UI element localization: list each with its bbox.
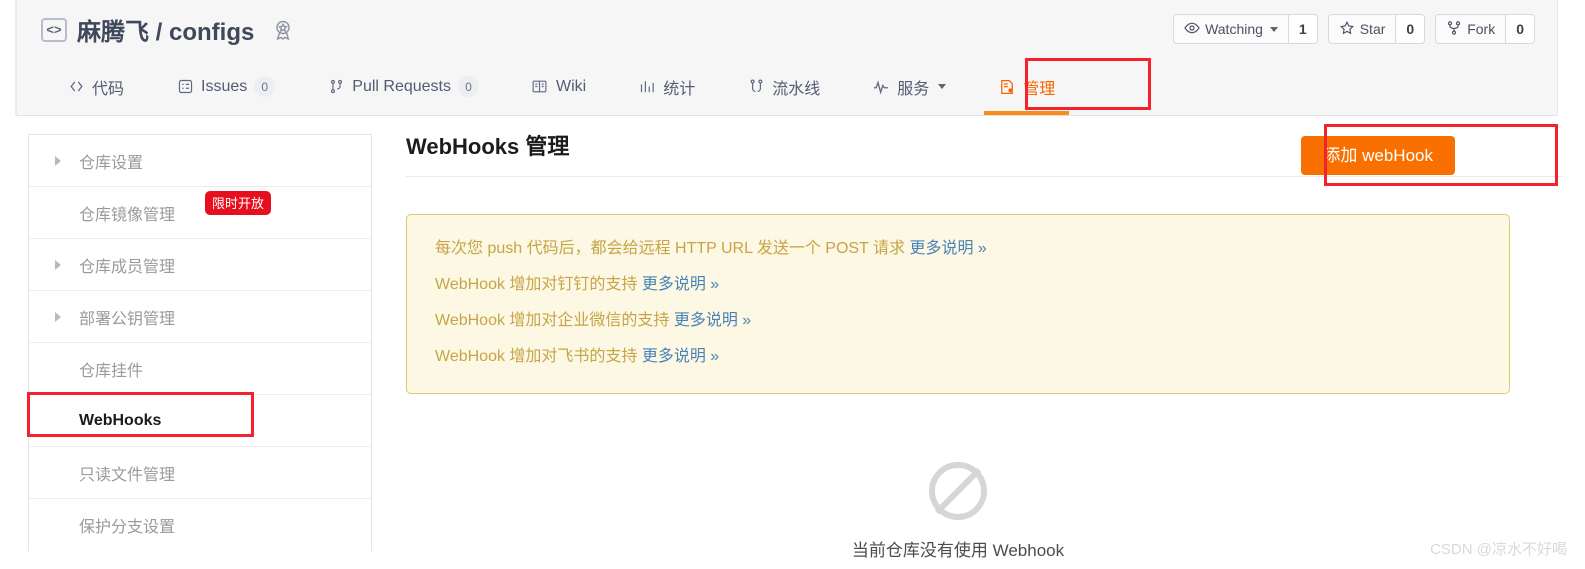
tab-wiki[interactable]: Wiki bbox=[505, 58, 612, 115]
star-button-label: Star bbox=[1359, 21, 1386, 37]
watch-count: 1 bbox=[1287, 15, 1317, 43]
statistics-icon bbox=[638, 78, 656, 96]
notice-line: WebHook 增加对钉钉的支持 更多说明 » bbox=[435, 267, 1509, 303]
tab-pipeline-label: 流水线 bbox=[772, 80, 821, 98]
pipeline-icon bbox=[747, 78, 765, 96]
chevron-down-icon bbox=[938, 84, 947, 89]
chevron-right-icon bbox=[55, 259, 61, 270]
watch-button-label: Watching bbox=[1205, 21, 1263, 37]
notice-text: WebHook 增加对企业微信的支持 bbox=[435, 312, 674, 329]
tab-code[interactable]: 代码 bbox=[41, 58, 150, 115]
tab-issues-label: Issues bbox=[201, 77, 248, 95]
tab-pull-requests-count: 0 bbox=[457, 76, 479, 97]
tab-service-label: 服务 bbox=[897, 80, 930, 98]
fork-button-label: Fork bbox=[1467, 21, 1496, 37]
star-button-group[interactable]: Star 0 bbox=[1327, 14, 1426, 44]
tab-manage[interactable]: 管理 bbox=[972, 58, 1081, 115]
repository-nav: 代码 Issues 0 Pull Requests 0 Wiki 统计 流水线 … bbox=[41, 58, 1081, 115]
limited-time-badge: 限时开放 bbox=[205, 191, 272, 215]
csdn-watermark: CSDN @凉水不好喝 bbox=[1430, 541, 1567, 558]
service-pulse-icon bbox=[872, 78, 890, 96]
tab-wiki-label: Wiki bbox=[555, 77, 587, 95]
notice-text: WebHook 增加对钉钉的支持 bbox=[435, 276, 642, 293]
repository-title-line: <> 麻腾飞 / configs bbox=[41, 12, 296, 47]
sidebar-item-deploy-keys[interactable]: 部署公钥管理 bbox=[29, 291, 371, 343]
sidebar-item-repo-widgets[interactable]: 仓库挂件 bbox=[29, 343, 371, 395]
title-divider bbox=[406, 176, 1563, 178]
prohibited-circle-icon bbox=[929, 462, 987, 520]
more-info-link[interactable]: 更多说明 » bbox=[909, 240, 986, 257]
fork-button-group[interactable]: Fork 0 bbox=[1435, 14, 1535, 44]
add-webhook-button[interactable]: 添加 webHook bbox=[1301, 136, 1455, 175]
code-brackets-icon: <> bbox=[41, 17, 67, 42]
chevron-down-icon bbox=[1269, 26, 1278, 32]
notice-text: WebHook 增加对飞书的支持 bbox=[435, 348, 642, 365]
repository-header: <> 麻腾飞 / configs Watching 1 Star 0 Fork … bbox=[16, 0, 1558, 116]
sidebar-item-label: 仓库设置 bbox=[79, 154, 144, 172]
sidebar-item-label: 仓库挂件 bbox=[79, 362, 144, 380]
notice-line: WebHook 增加对企业微信的支持 更多说明 » bbox=[435, 303, 1509, 339]
notice-line: WebHook 增加对飞书的支持 更多说明 » bbox=[435, 339, 1509, 375]
award-badge-icon bbox=[270, 17, 296, 43]
star-button[interactable]: Star bbox=[1329, 15, 1396, 43]
more-info-link[interactable]: 更多说明 » bbox=[642, 348, 719, 365]
sidebar-item-repo-members[interactable]: 仓库成员管理 bbox=[29, 239, 371, 291]
manage-icon bbox=[998, 78, 1016, 96]
fork-icon bbox=[1446, 20, 1462, 39]
sidebar-item-readonly-files[interactable]: 只读文件管理 bbox=[29, 447, 371, 499]
more-info-link[interactable]: 更多说明 » bbox=[642, 276, 719, 293]
tab-code-label: 代码 bbox=[92, 80, 125, 98]
more-info-link[interactable]: 更多说明 » bbox=[674, 312, 751, 329]
sidebar-item-label: WebHooks bbox=[79, 411, 162, 429]
wiki-book-icon bbox=[531, 78, 549, 96]
notice-line: 每次您 push 代码后，都会给远程 HTTP URL 发送一个 POST 请求… bbox=[435, 231, 1509, 267]
issues-icon bbox=[176, 78, 194, 96]
sidebar-item-label: 仓库成员管理 bbox=[79, 258, 176, 276]
fork-count: 0 bbox=[1505, 15, 1534, 43]
chevron-right-icon bbox=[55, 311, 61, 322]
tab-service[interactable]: 服务 bbox=[846, 58, 972, 115]
pull-request-icon bbox=[327, 78, 345, 96]
empty-state: 当前仓库没有使用 Webhook bbox=[406, 462, 1510, 561]
sidebar-item-webhooks[interactable]: WebHooks bbox=[29, 395, 371, 447]
sidebar-item-repo-mirror[interactable]: 仓库镜像管理 限时开放 bbox=[29, 187, 371, 239]
tab-manage-label: 管理 bbox=[1023, 80, 1056, 98]
page-title[interactable]: 麻腾飞 / configs bbox=[77, 12, 254, 47]
sidebar-item-label: 保护分支设置 bbox=[79, 519, 176, 536]
empty-state-text: 当前仓库没有使用 Webhook bbox=[851, 541, 1065, 560]
sidebar-item-protected-branches[interactable]: 保护分支设置 bbox=[29, 499, 371, 551]
tab-pull-requests-label: Pull Requests bbox=[352, 77, 451, 95]
star-icon bbox=[1339, 20, 1355, 39]
code-icon bbox=[67, 78, 85, 96]
tab-statistics-label: 统计 bbox=[663, 80, 696, 98]
tab-issues-count: 0 bbox=[254, 76, 276, 97]
watch-button-group[interactable]: Watching 1 bbox=[1173, 14, 1318, 44]
fork-button[interactable]: Fork bbox=[1436, 15, 1505, 43]
tab-statistics[interactable]: 统计 bbox=[612, 58, 721, 115]
chevron-right-icon bbox=[55, 155, 61, 166]
repo-action-buttons: Watching 1 Star 0 Fork 0 bbox=[1173, 14, 1535, 44]
sidebar-item-label: 仓库镜像管理 bbox=[79, 206, 176, 224]
webhook-info-panel: 每次您 push 代码后，都会给远程 HTTP URL 发送一个 POST 请求… bbox=[406, 214, 1510, 394]
settings-sidebar: 仓库设置 仓库镜像管理 限时开放 仓库成员管理 部署公钥管理 仓库挂件 WebH… bbox=[28, 134, 372, 551]
page-root: <> 麻腾飞 / configs Watching 1 Star 0 Fork … bbox=[0, 0, 1585, 569]
sidebar-item-repo-settings[interactable]: 仓库设置 bbox=[29, 135, 371, 187]
sidebar-item-label: 只读文件管理 bbox=[79, 466, 176, 484]
eye-icon bbox=[1184, 20, 1200, 39]
star-count: 0 bbox=[1395, 15, 1425, 43]
tab-pipeline[interactable]: 流水线 bbox=[721, 58, 846, 115]
page-left-edge bbox=[0, 0, 16, 116]
notice-text: 每次您 push 代码后，都会给远程 HTTP URL 发送一个 POST 请求 bbox=[435, 240, 910, 257]
watch-button[interactable]: Watching bbox=[1174, 15, 1288, 43]
tab-pull-requests[interactable]: Pull Requests 0 bbox=[301, 58, 505, 115]
tab-issues[interactable]: Issues 0 bbox=[150, 58, 301, 115]
sidebar-item-label: 部署公钥管理 bbox=[79, 310, 176, 328]
